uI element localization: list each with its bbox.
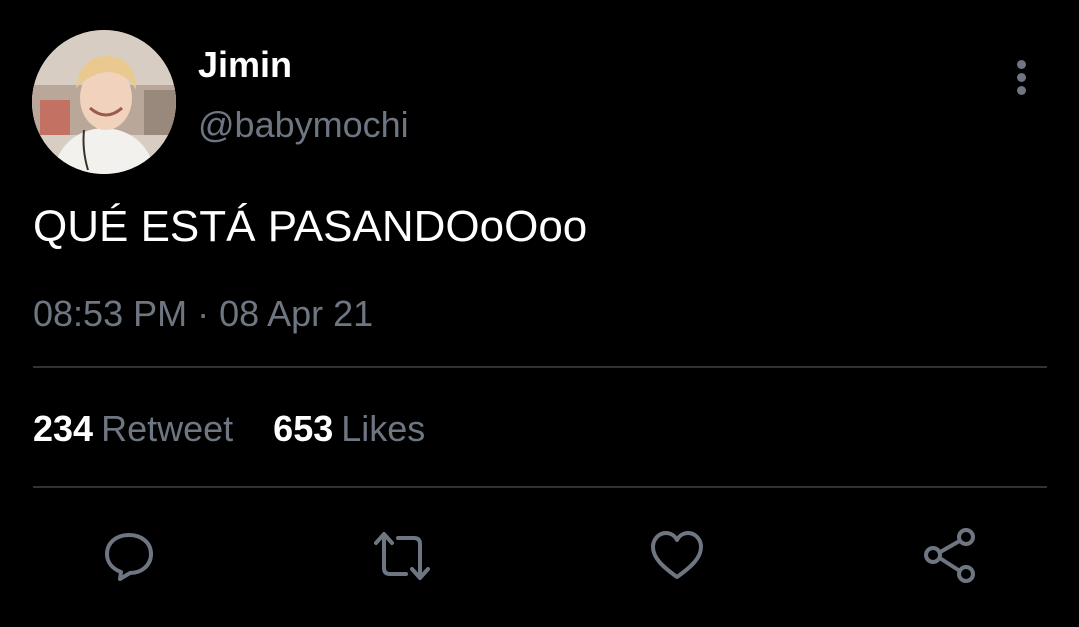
retweet-count: 234 bbox=[33, 408, 94, 449]
avatar[interactable] bbox=[32, 30, 176, 174]
reply-button[interactable] bbox=[99, 526, 159, 586]
retweet-button[interactable] bbox=[372, 526, 432, 586]
retweet-stat[interactable]: 234 Retweet bbox=[33, 408, 233, 450]
like-button[interactable] bbox=[647, 526, 707, 586]
likes-stat[interactable]: 653 Likes bbox=[273, 408, 425, 450]
divider bbox=[33, 366, 1047, 368]
share-button[interactable] bbox=[921, 526, 981, 586]
share-nodes-icon bbox=[924, 528, 975, 583]
tweet-stats: 234 Retweet 653 Likes bbox=[33, 408, 425, 450]
avatar-photo bbox=[32, 30, 176, 174]
reply-bubble-icon bbox=[105, 533, 153, 581]
retweet-label: Retweet bbox=[101, 408, 234, 449]
author-display-name[interactable]: Jimin bbox=[198, 44, 292, 86]
author-handle[interactable]: @babymochi bbox=[198, 104, 409, 146]
tweet-text: QUÉ ESTÁ PASANDOoOoo bbox=[33, 202, 588, 251]
more-options-icon[interactable] bbox=[1006, 58, 1038, 98]
likes-label: Likes bbox=[341, 408, 426, 449]
divider bbox=[33, 486, 1047, 488]
heart-icon bbox=[651, 531, 703, 579]
likes-count: 653 bbox=[273, 408, 334, 449]
retweet-arrows-icon bbox=[374, 532, 430, 580]
tweet-timestamp[interactable]: 08:53 PM · 08 Apr 21 bbox=[33, 293, 373, 335]
